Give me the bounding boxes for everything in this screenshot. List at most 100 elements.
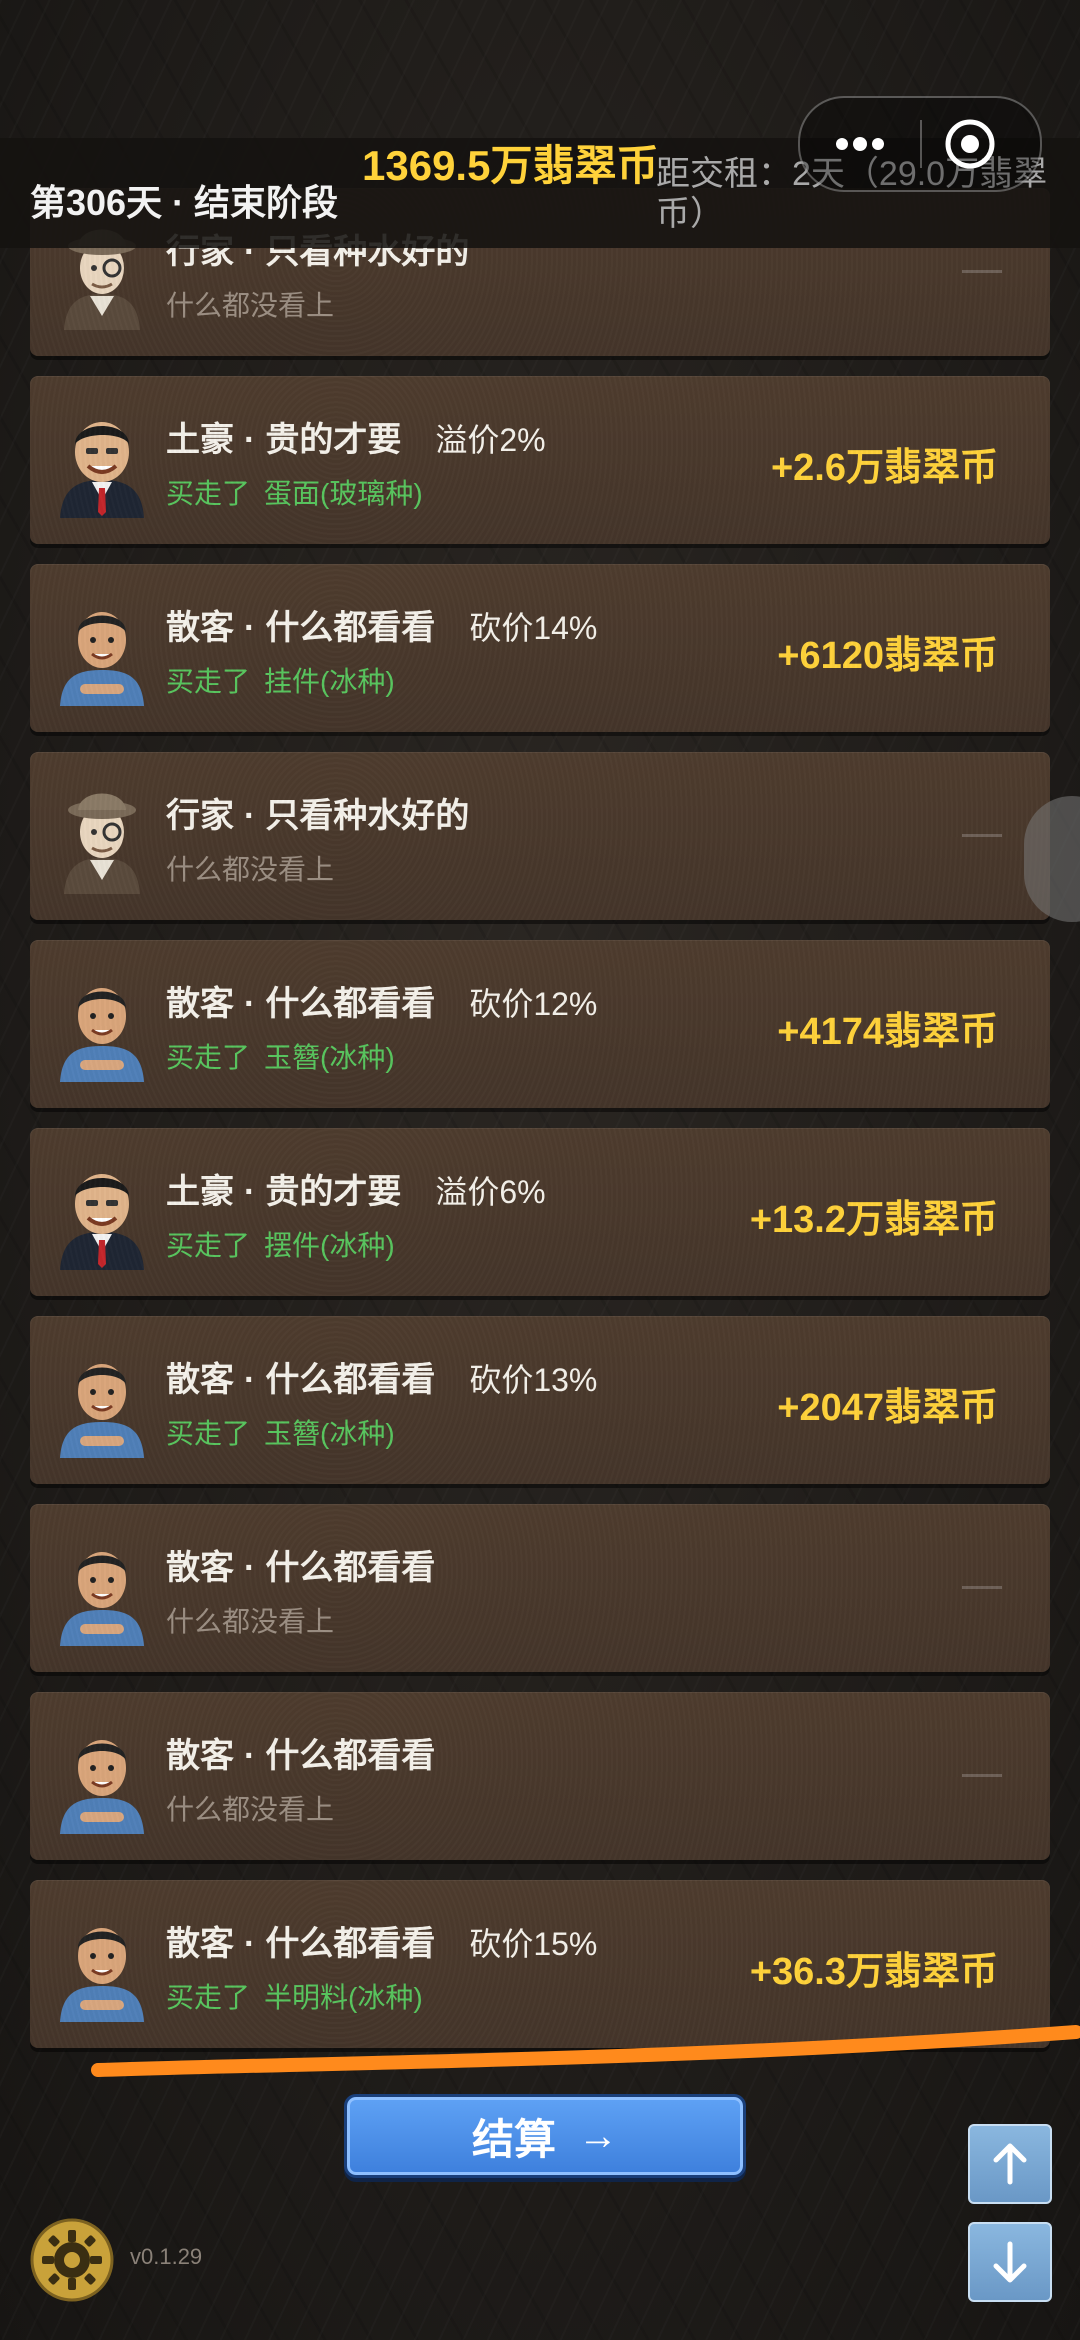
customer-title: 散客 · 什么都看看 xyxy=(166,1540,435,1589)
result-text: 买走了 xyxy=(166,1982,251,2013)
separator-dot: · xyxy=(244,1361,256,1399)
earned-amount: +4174翡翠币 xyxy=(777,1011,998,1053)
price-modifier: 溢价2% xyxy=(435,422,546,458)
purchase-result: 买走了 蛋面(玻璃种) xyxy=(166,472,423,512)
customer-type: 散客 xyxy=(166,985,234,1023)
separator-dot: · xyxy=(244,797,256,835)
purchase-result: 什么都没看上 xyxy=(166,1600,334,1640)
result-text: 买走了 xyxy=(166,478,251,509)
customer-style: 什么都看看 xyxy=(265,609,436,647)
customer-avatar xyxy=(50,592,154,706)
result-text: 买走了 xyxy=(166,1230,251,1261)
customer-title: 土豪 · 贵的才要 溢价2% xyxy=(166,412,546,461)
purchase-result: 什么都没看上 xyxy=(166,848,334,888)
no-sale-dash xyxy=(962,1774,1002,1777)
customer-card: 行家 · 只看种水好的什么都没看上 xyxy=(30,752,1050,920)
customer-card: 土豪 · 贵的才要 溢价2% 买走了 蛋面(玻璃种) +2.6万翡翠币 xyxy=(30,376,1050,544)
purchase-result: 买走了 摆件(冰种) xyxy=(166,1224,395,1264)
no-sale-dash xyxy=(962,834,1002,837)
customer-type: 散客 xyxy=(166,609,234,647)
capsule-divider xyxy=(920,120,922,168)
more-dots-icon[interactable] xyxy=(830,124,890,164)
result-text: 什么都没看上 xyxy=(166,854,335,885)
customer-style: 什么都看看 xyxy=(265,1925,436,1963)
arrow-up-icon xyxy=(993,2143,1027,2185)
customer-type: 土豪 xyxy=(166,421,234,459)
customer-style: 只看种水好的 xyxy=(265,797,470,835)
arrow-right-icon: → xyxy=(578,2113,618,2158)
customer-card: 土豪 · 贵的才要 溢价6% 买走了 摆件(冰种) +13.2万翡翠币 xyxy=(30,1128,1050,1296)
separator-dot: · xyxy=(244,421,256,459)
orange-underline-annotation xyxy=(91,2025,1080,2077)
purchased-item: 半明料(冰种) xyxy=(264,1982,423,2013)
customer-style: 什么都看看 xyxy=(265,1549,436,1587)
purchased-item: 玉簪(冰种) xyxy=(264,1042,395,1073)
result-text: 什么都没看上 xyxy=(166,1606,335,1637)
customer-avatar xyxy=(50,1532,154,1646)
customer-card: 散客 · 什么都看看 砍价14% 买走了 挂件(冰种) +6120翡翠币 xyxy=(30,564,1050,732)
customer-style: 什么都看看 xyxy=(265,1737,436,1775)
no-sale-dash xyxy=(962,270,1002,273)
customer-title: 散客 · 什么都看看 砍价15% xyxy=(166,1916,597,1965)
separator-dot: · xyxy=(244,1173,256,1211)
purchased-item: 蛋面(玻璃种) xyxy=(264,478,423,509)
purchased-item: 摆件(冰种) xyxy=(264,1230,395,1261)
customer-avatar xyxy=(50,1908,154,2022)
earned-amount: +2047翡翠币 xyxy=(777,1387,998,1429)
result-text: 什么都没看上 xyxy=(166,290,335,321)
price-modifier: 溢价6% xyxy=(435,1174,546,1210)
scroll-down-button[interactable] xyxy=(968,2222,1052,2302)
settle-button[interactable]: 结算 → xyxy=(344,2094,746,2178)
customer-card: 散客 · 什么都看看 砍价13% 买走了 玉簪(冰种) +2047翡翠币 xyxy=(30,1316,1050,1484)
customer-type: 散客 xyxy=(166,1737,234,1775)
price-modifier: 砍价13% xyxy=(469,1362,598,1398)
settle-label: 结算 xyxy=(471,2115,556,2163)
customer-style: 贵的才要 xyxy=(265,1173,402,1211)
customer-type: 散客 xyxy=(166,1549,234,1587)
purchase-result: 什么都没看上 xyxy=(166,284,334,324)
scroll-up-button[interactable] xyxy=(968,2124,1052,2204)
result-text: 什么都没看上 xyxy=(166,1794,335,1825)
purchase-result: 买走了 玉簪(冰种) xyxy=(166,1036,395,1076)
customer-card: 散客 · 什么都看看 砍价12% 买走了 玉簪(冰种) +4174翡翠币 xyxy=(30,940,1050,1108)
customer-avatar xyxy=(50,968,154,1082)
customer-avatar xyxy=(50,1156,154,1270)
separator-dot: · xyxy=(244,609,256,647)
customer-type: 散客 xyxy=(166,1925,234,1963)
mini-program-capsule xyxy=(798,96,1042,192)
separator-dot: · xyxy=(244,985,256,1023)
customer-title: 土豪 · 贵的才要 溢价6% xyxy=(166,1164,546,1213)
target-circle-icon[interactable] xyxy=(942,116,998,172)
customer-type: 散客 xyxy=(166,1361,234,1399)
earned-amount: +2.6万翡翠币 xyxy=(770,447,998,489)
arrow-down-icon xyxy=(993,2241,1027,2283)
earned-amount: +36.3万翡翠币 xyxy=(749,1951,998,1993)
separator-dot: · xyxy=(244,1737,256,1775)
version-label: v0.1.29 xyxy=(130,2244,203,2269)
earned-amount: +6120翡翠币 xyxy=(777,635,998,677)
purchased-item: 挂件(冰种) xyxy=(264,666,395,697)
customer-title: 散客 · 什么都看看 砍价12% xyxy=(166,976,597,1025)
price-modifier: 砍价12% xyxy=(469,986,598,1022)
customer-style: 贵的才要 xyxy=(265,421,402,459)
separator-dot: · xyxy=(244,1549,256,1587)
customer-type: 行家 xyxy=(166,797,234,835)
no-sale-dash xyxy=(962,1586,1002,1589)
purchase-result: 买走了 玉簪(冰种) xyxy=(166,1412,395,1452)
purchase-result: 买走了 挂件(冰种) xyxy=(166,660,395,700)
customer-style: 什么都看看 xyxy=(265,985,436,1023)
earned-amount: +13.2万翡翠币 xyxy=(749,1199,998,1241)
customer-title: 散客 · 什么都看看 砍价13% xyxy=(166,1352,597,1401)
result-text: 买走了 xyxy=(166,1042,251,1073)
customer-title: 散客 · 什么都看看 砍价14% xyxy=(166,600,597,649)
customer-title: 散客 · 什么都看看 xyxy=(166,1728,435,1777)
customer-avatar xyxy=(50,780,154,894)
customer-avatar xyxy=(50,1720,154,1834)
customer-style: 什么都看看 xyxy=(265,1361,436,1399)
customer-avatar xyxy=(50,1344,154,1458)
customer-title: 行家 · 只看种水好的 xyxy=(166,788,469,837)
gear-icon[interactable] xyxy=(30,2218,114,2302)
customer-type: 土豪 xyxy=(166,1173,234,1211)
purchase-result: 什么都没看上 xyxy=(166,1788,334,1828)
price-modifier: 砍价14% xyxy=(469,610,598,646)
